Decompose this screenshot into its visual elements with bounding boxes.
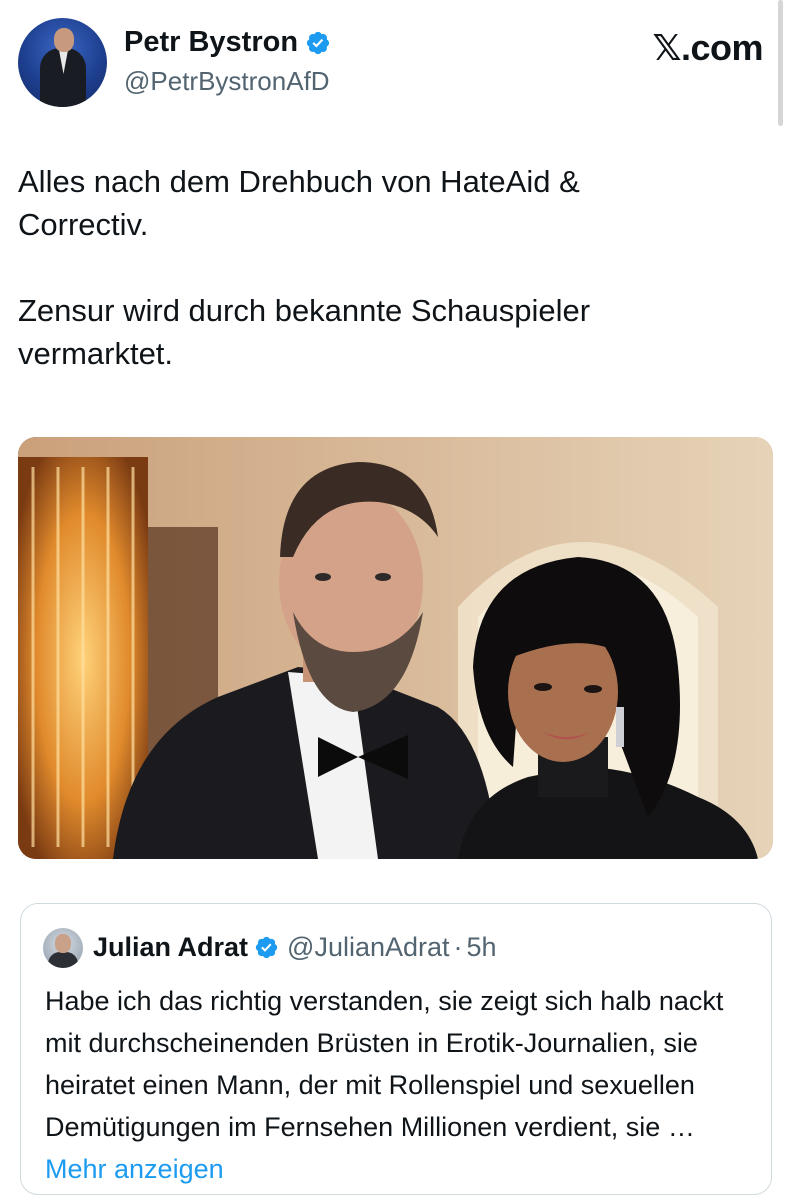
- x-logo: 𝕏.com: [652, 27, 763, 68]
- quoted-author-avatar[interactable]: [43, 928, 83, 968]
- quoted-tweet-text: Habe ich das richtig verstanden, sie zei…: [45, 980, 755, 1190]
- show-more-link[interactable]: Mehr anzeigen: [45, 1154, 224, 1184]
- verified-badge-icon: [255, 936, 278, 959]
- author-name-row: Petr Bystron: [124, 26, 331, 59]
- verified-badge-icon: [306, 31, 330, 54]
- author-handle[interactable]: @PetrBystronAfD: [124, 66, 330, 97]
- tweet-text: Alles nach dem Drehbuch von HateAid & Co…: [18, 164, 591, 371]
- author-name[interactable]: Petr Bystron: [124, 26, 298, 59]
- quoted-tweet-card[interactable]: Julian Adrat @JulianAdrat · 5h Habe ich …: [20, 903, 772, 1195]
- author-avatar[interactable]: [18, 18, 107, 107]
- quoted-tweet-header: Julian Adrat @JulianAdrat · 5h: [93, 932, 497, 963]
- separator-dot: ·: [453, 932, 463, 962]
- couple-photo-image: [18, 437, 773, 859]
- scrollbar[interactable]: [778, 0, 783, 126]
- quoted-author-name[interactable]: Julian Adrat: [93, 932, 248, 963]
- quoted-author-handle[interactable]: @JulianAdrat: [287, 932, 450, 963]
- quoted-tweet-body: Habe ich das richtig verstanden, sie zei…: [45, 986, 724, 1142]
- tweet-photo[interactable]: [18, 437, 773, 859]
- tweet-header: Petr Bystron @PetrBystronAfD 𝕏.com: [18, 18, 763, 108]
- quoted-tweet-time[interactable]: 5h: [467, 932, 497, 963]
